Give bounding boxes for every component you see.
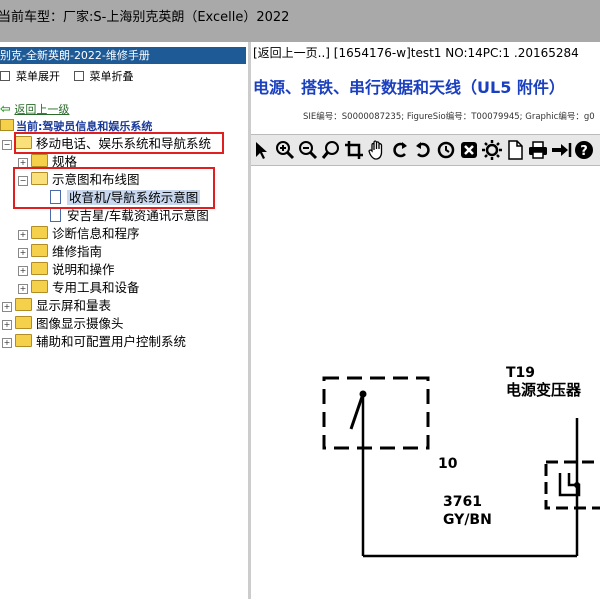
print-icon[interactable] [527, 139, 549, 161]
zoom-out-icon[interactable] [297, 139, 319, 161]
tree-item-description-operation[interactable]: + 说明和操作 [18, 261, 115, 279]
menu-expand-button[interactable]: 菜单展开 [0, 70, 60, 83]
wire-color-label: GY/BN [443, 512, 492, 528]
expand-toggle-icon[interactable]: + [2, 302, 12, 312]
folder-icon [31, 154, 48, 167]
tree-item-diagnostics[interactable]: + 诊断信息和程序 [18, 225, 140, 243]
folder-icon [15, 334, 32, 347]
folder-icon [31, 262, 48, 275]
tree-item-onstar-schematic[interactable]: 安吉星/车载资通讯示意图 [50, 207, 209, 225]
component-name-label: 电源变压器 [506, 381, 582, 399]
navigation-pane: 别克-全新英朗-2022-维修手册 菜单展开 菜单折叠 ⇦ 返回上一级 当前:驾… [0, 42, 248, 599]
expand-toggle-icon[interactable]: + [2, 320, 12, 330]
document-title: 电源、搭铁、串行数据和天线（UL5 附件） [253, 78, 565, 97]
folder-icon [15, 316, 32, 329]
tree-item-repair-guide[interactable]: + 维修指南 [18, 243, 102, 261]
content-header[interactable]: [返回上一页..] [1654176-w]test1 NO:14PC:1 .20… [253, 44, 579, 61]
pointer-icon[interactable] [251, 139, 273, 161]
tree-item-user-controls[interactable]: + 辅助和可配置用户控制系统 [2, 333, 186, 351]
tree-item-special-tools[interactable]: + 专用工具和设备 [18, 279, 140, 297]
back-link-row[interactable]: ⇦ 返回上一级 [0, 101, 69, 117]
back-link[interactable]: 返回上一级 [14, 103, 69, 116]
tree-item-camera[interactable]: + 图像显示摄像头 [2, 315, 124, 333]
expand-toggle-icon[interactable]: + [18, 284, 28, 294]
expand-toggle-icon[interactable]: + [2, 338, 12, 348]
zoom-in-icon[interactable] [274, 139, 296, 161]
collapse-icon [73, 71, 84, 81]
crop-icon[interactable] [343, 139, 365, 161]
fit-icon[interactable] [458, 139, 480, 161]
diagram-canvas[interactable]: T19 电源变压器 10 3761 GY/BN [251, 166, 600, 599]
expand-toggle-icon[interactable]: + [18, 230, 28, 240]
page-icon[interactable] [504, 139, 526, 161]
back-arrow-icon: ⇦ [0, 102, 11, 117]
magnifier-icon[interactable] [320, 139, 342, 161]
export-icon[interactable] [550, 139, 572, 161]
expand-toggle-icon[interactable]: + [18, 266, 28, 276]
manual-header: 别克-全新英朗-2022-维修手册 [0, 47, 246, 64]
document-icon [50, 208, 61, 222]
folder-icon [0, 119, 14, 131]
folder-icon [31, 280, 48, 293]
window-title: 当前车型：厂家:S-上海别克英朗（Excelle）2022 [0, 10, 290, 25]
sie-info: SIE编号：S0000087235; FigureSio编号：T00079945… [303, 112, 595, 122]
rotate-left-icon[interactable] [389, 139, 411, 161]
switch-component-box [322, 376, 430, 450]
folder-icon [31, 244, 48, 257]
window-titlebar: 当前车型：厂家:S-上海别克英朗（Excelle）2022 [0, 0, 600, 42]
settings-icon[interactable] [481, 139, 503, 161]
svg-text:?: ? [580, 144, 588, 159]
reset-icon[interactable] [435, 139, 457, 161]
menu-controls: 菜单展开 菜单折叠 [0, 68, 144, 84]
viewer-toolbar: ? [251, 134, 600, 166]
transformer-node [574, 482, 580, 488]
tree-item-displays-gauges[interactable]: + 显示屏和量表 [2, 297, 111, 315]
highlight-box [14, 132, 224, 154]
wiring-diagram: T19 电源变压器 10 3761 GY/BN [322, 365, 600, 558]
circuit-number-label: 3761 [443, 494, 482, 510]
folder-icon [31, 226, 48, 239]
help-icon[interactable]: ? [573, 139, 595, 161]
expand-toggle-icon[interactable]: + [18, 248, 28, 258]
highlight-box [13, 167, 215, 209]
component-id-label: T19 [506, 365, 535, 381]
rotate-right-icon[interactable] [412, 139, 434, 161]
pin-number-label: 10 [438, 456, 458, 472]
switch-arm [349, 393, 365, 430]
menu-collapse-button[interactable]: 菜单折叠 [73, 70, 134, 83]
folder-icon [15, 298, 32, 311]
expand-icon [0, 71, 10, 81]
hand-pan-icon[interactable] [366, 139, 388, 161]
collapse-toggle-icon[interactable]: − [2, 140, 12, 150]
content-pane: [返回上一页..] [1654176-w]test1 NO:14PC:1 .20… [251, 42, 600, 599]
